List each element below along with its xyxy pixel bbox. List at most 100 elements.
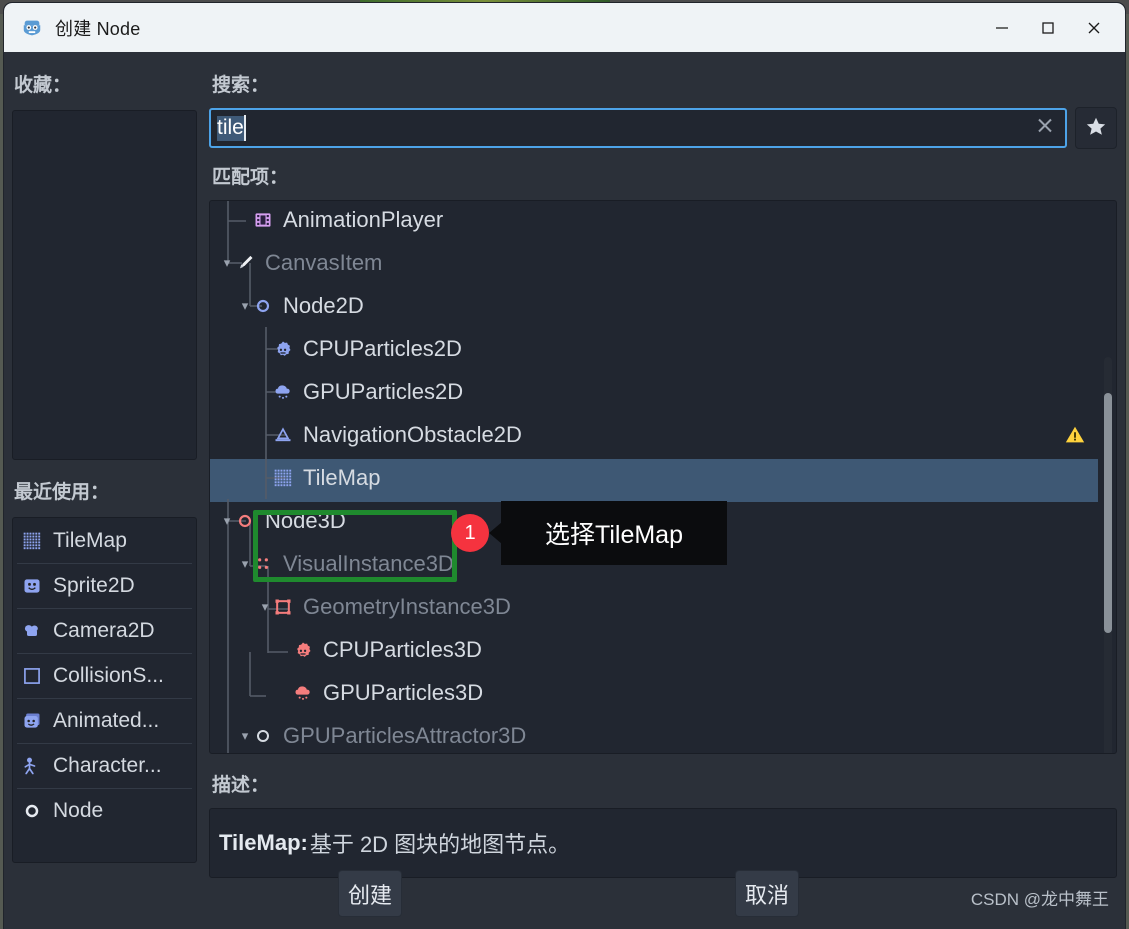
warning-triangle-icon — [1064, 424, 1086, 451]
recent-item-collisions[interactable]: CollisionS... — [13, 653, 196, 698]
favorites-list[interactable] — [12, 110, 197, 460]
tilemap-icon — [22, 531, 42, 551]
recent-item-label: CollisionS... — [53, 663, 164, 687]
canvasitem-icon — [234, 252, 255, 273]
search-input[interactable]: tile — [209, 108, 1067, 148]
tree-row-tilemap[interactable]: TileMap — [210, 456, 1116, 499]
tree-row-label: GPUParticles3D — [323, 679, 484, 705]
tree-row-animationplayer[interactable]: AnimationPlayer — [210, 201, 1116, 241]
tree-row-gpuparticlesattractor3d[interactable]: ▾ GPUParticlesAttractor3D — [210, 714, 1116, 753]
characterbody2d-icon — [22, 756, 42, 776]
animatedsprite2d-icon — [22, 711, 42, 731]
chevron-down-icon[interactable]: ▾ — [238, 728, 252, 744]
recent-item-sprite2d[interactable]: Sprite2D — [13, 563, 196, 608]
tree-scrollbar-thumb[interactable] — [1104, 393, 1112, 633]
tree-rows: AnimationPlayer ▾ CanvasItem ▾ Node2D CPUPart… — [210, 201, 1116, 753]
gpuattractor3d-icon — [252, 725, 273, 746]
window-title: 创建 Node — [55, 18, 141, 39]
cpuparticles3d-icon — [292, 639, 313, 660]
camera2d-icon — [22, 621, 42, 641]
tree-row-label: TileMap — [303, 464, 381, 490]
tree-row-label: NavigationObstacle2D — [303, 421, 522, 447]
node2d-icon — [252, 295, 273, 316]
cancel-button[interactable]: 取消 — [735, 870, 799, 917]
recent-item-label: Camera2D — [53, 618, 155, 642]
tree-row-cpuparticles3d[interactable]: CPUParticles3D — [210, 628, 1116, 671]
tilemap-icon — [272, 467, 293, 488]
recent-label: 最近使用： — [14, 482, 110, 503]
chevron-down-icon[interactable]: ▾ — [220, 255, 234, 271]
tree-row-label: GeometryInstance3D — [303, 593, 511, 619]
recent-item-character[interactable]: Character... — [13, 743, 196, 788]
collisionshape2d-icon — [22, 666, 42, 686]
tree-row-label: VisualInstance3D — [283, 550, 454, 576]
tree-row-label: CPUParticles3D — [323, 636, 482, 662]
animationplayer-icon — [252, 209, 273, 230]
geometryinstance3d-icon — [272, 596, 293, 617]
node3d-icon — [234, 510, 255, 531]
tree-row-label: CPUParticles2D — [303, 335, 462, 361]
tree-row-label: GPUParticlesAttractor3D — [283, 722, 527, 748]
recent-item-label: Node — [53, 798, 104, 822]
maximize-button[interactable] — [1025, 3, 1071, 52]
matches-label: 匹配项： — [212, 167, 289, 188]
create-node-dialog: 创建 Node 收藏： 最近使用： TileMap Sprite2D Camera2… — [4, 3, 1125, 929]
dialog-footer: 创建 取消 CSDN @龙中舞王 — [4, 859, 1125, 929]
tree-row-geometryinstance3d[interactable]: ▾ GeometryInstance3D — [210, 585, 1116, 628]
favorites-label: 收藏： — [14, 75, 72, 96]
minimize-button[interactable] — [979, 3, 1025, 52]
star-icon — [1085, 115, 1107, 142]
node-icon — [22, 801, 42, 821]
tree-row-label: CanvasItem — [265, 249, 383, 275]
text-caret — [243, 115, 246, 141]
recent-item-camera2d[interactable]: Camera2D — [13, 608, 196, 653]
search-row: tile — [209, 107, 1117, 149]
dialog-body: 收藏： 最近使用： TileMap Sprite2D Camera2D Collisi… — [4, 52, 1125, 929]
tree-row-node2d[interactable]: ▾ Node2D — [210, 284, 1116, 327]
tree-row-cpuparticles2d[interactable]: CPUParticles2D — [210, 327, 1116, 370]
cpuparticles2d-icon — [272, 338, 293, 359]
left-column: 收藏： 最近使用： TileMap Sprite2D Camera2D Collisi… — [4, 52, 203, 929]
gpuparticles2d-icon — [272, 381, 293, 402]
recent-item-tilemap[interactable]: TileMap — [13, 518, 196, 563]
chevron-down-icon[interactable]: ▾ — [238, 298, 252, 314]
visualinstance3d-icon — [252, 553, 273, 574]
chevron-down-icon[interactable]: ▾ — [220, 513, 234, 529]
recent-item-label: Animated... — [53, 708, 160, 732]
recent-list[interactable]: TileMap Sprite2D Camera2D CollisionS... Anim… — [12, 517, 197, 863]
chevron-down-icon[interactable]: ▾ — [238, 556, 252, 572]
tree-row-label: GPUParticles2D — [303, 378, 464, 404]
search-label: 搜索： — [212, 75, 270, 96]
navobstacle2d-icon — [272, 424, 293, 445]
annotation-callout: 选择TileMap — [501, 501, 727, 565]
clear-search-icon[interactable] — [1035, 116, 1055, 141]
add-favorite-button[interactable] — [1075, 107, 1117, 149]
close-button[interactable] — [1071, 3, 1117, 52]
tree-row-label: Node3D — [265, 507, 346, 533]
sprite2d-icon — [22, 576, 42, 596]
tree-row-canvasitem[interactable]: ▾ CanvasItem — [210, 241, 1116, 284]
tree-row-label: AnimationPlayer — [283, 206, 444, 232]
window-controls — [979, 3, 1117, 52]
tree-row-label: Node2D — [283, 292, 364, 318]
tree-row-gpuparticles2d[interactable]: GPUParticles2D — [210, 370, 1116, 413]
gpuparticles3d-icon — [292, 682, 313, 703]
tree-row-navigationobstacle2d[interactable]: NavigationObstacle2D — [210, 413, 1116, 456]
watermark: CSDN @龙中舞王 — [970, 890, 1109, 909]
annotation-callout-text: 选择TileMap — [545, 521, 683, 549]
recent-item-node[interactable]: Node — [13, 788, 196, 833]
chevron-down-icon[interactable]: ▾ — [258, 599, 272, 615]
tree-row-gpuparticles3d[interactable]: GPUParticles3D — [210, 671, 1116, 714]
tree-scrollbar[interactable] — [1104, 357, 1112, 753]
create-button[interactable]: 创建 — [338, 870, 402, 917]
title-bar: 创建 Node — [4, 3, 1125, 52]
recent-item-animated[interactable]: Animated... — [13, 698, 196, 743]
description-text: 基于 2D 图块的地图节点。 — [309, 832, 571, 857]
recent-item-label: Character... — [53, 753, 162, 777]
matches-tree[interactable]: AnimationPlayer ▾ CanvasItem ▾ Node2D CPUPart… — [209, 200, 1117, 754]
annotation-step-badge: 1 — [451, 514, 489, 552]
description-title: TileMap: — [219, 830, 308, 855]
recent-item-label: Sprite2D — [53, 573, 135, 597]
right-column: 搜索： tile 匹配项： AnimationPlayer ▾ CanvasIt… — [203, 52, 1125, 929]
recent-item-label: TileMap — [53, 528, 127, 552]
